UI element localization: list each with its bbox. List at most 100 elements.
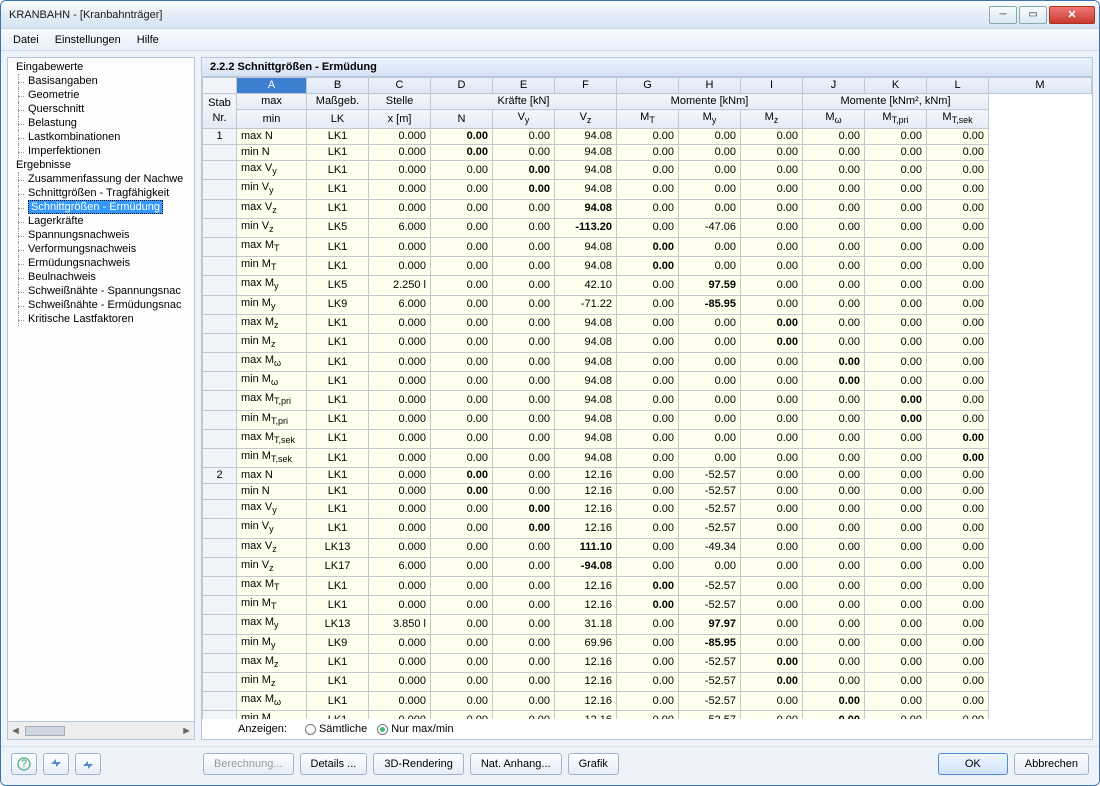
- col-letter[interactable]: M: [989, 78, 1092, 94]
- tree-item[interactable]: Beulnachweis: [8, 270, 194, 284]
- col-letter[interactable]: I: [741, 78, 803, 94]
- table-row[interactable]: max MωLK10.0000.000.0094.080.000.000.000…: [203, 353, 1092, 372]
- table-row[interactable]: max MTLK10.0000.000.0094.080.000.000.000…: [203, 237, 1092, 256]
- hdr-kraefte: Kräfte [kN]: [431, 94, 617, 110]
- tree-item[interactable]: Schnittgrößen - Ermüdung: [8, 200, 194, 214]
- ok-button[interactable]: OK: [938, 753, 1008, 775]
- table-row[interactable]: max MzLK10.0000.000.0094.080.000.000.000…: [203, 314, 1092, 333]
- col-letter[interactable]: E: [493, 78, 555, 94]
- table-row[interactable]: min MyLK96.0000.000.00-71.220.00-85.950.…: [203, 295, 1092, 314]
- table-row[interactable]: min VzLK56.0000.000.00-113.200.00-47.060…: [203, 218, 1092, 237]
- table-row[interactable]: max MωLK10.0000.000.0012.160.00-52.570.0…: [203, 692, 1092, 711]
- menubar: Datei Einstellungen Hilfe: [1, 29, 1099, 51]
- titlebar[interactable]: KRANBAHN - [Kranbahnträger] ─ ▭ ✕: [1, 1, 1099, 29]
- col-letter[interactable]: H: [679, 78, 741, 94]
- table-row[interactable]: max MT,priLK10.0000.000.0094.080.000.000…: [203, 391, 1092, 410]
- col-letter[interactable]: C: [369, 78, 431, 94]
- hdr-momente2: Momente [kNm², kNm]: [803, 94, 989, 110]
- col-letter[interactable]: F: [555, 78, 617, 94]
- col-letter[interactable]: L: [927, 78, 989, 94]
- menu-einstellungen[interactable]: Einstellungen: [47, 32, 129, 48]
- radio-nurmaxmin[interactable]: Nur max/min: [377, 723, 453, 735]
- grafik-button[interactable]: Grafik: [568, 753, 619, 775]
- tree-item[interactable]: Belastung: [8, 116, 194, 130]
- minimize-button[interactable]: ─: [989, 6, 1017, 24]
- table-row[interactable]: min MT,priLK10.0000.000.0094.080.000.000…: [203, 410, 1092, 429]
- prev-button[interactable]: [43, 753, 69, 775]
- tree-item[interactable]: Verformungsnachweis: [8, 242, 194, 256]
- table-row[interactable]: min NLK10.0000.000.0094.080.000.000.000.…: [203, 145, 1092, 161]
- table-row[interactable]: max MTLK10.0000.000.0012.160.00-52.570.0…: [203, 576, 1092, 595]
- grid[interactable]: ABCDEFGHIJKLMStabNr.maxMaßgeb.StelleKräf…: [202, 77, 1092, 719]
- tree-item[interactable]: Kritische Lastfaktoren: [8, 312, 194, 326]
- col-letter[interactable]: A: [237, 78, 307, 94]
- table-row[interactable]: max MzLK10.0000.000.0012.160.00-52.570.0…: [203, 653, 1092, 672]
- anzeigen-label: Anzeigen:: [238, 723, 287, 735]
- table-row[interactable]: max VyLK10.0000.000.0012.160.00-52.570.0…: [203, 500, 1092, 519]
- next-button[interactable]: [75, 753, 101, 775]
- col-letter[interactable]: D: [431, 78, 493, 94]
- tree-item[interactable]: Geometrie: [8, 88, 194, 102]
- table-row[interactable]: max MyLK133.850 l0.000.0031.180.0097.970…: [203, 615, 1092, 634]
- section-title: 2.2.2 Schnittgrößen - Ermüdung: [202, 58, 1092, 77]
- table-row[interactable]: max MT,sekLK10.0000.000.0094.080.000.000…: [203, 429, 1092, 448]
- tree-item[interactable]: Ergebnisse: [8, 158, 194, 172]
- menu-hilfe[interactable]: Hilfe: [129, 32, 167, 48]
- table-row[interactable]: max VyLK10.0000.000.0094.080.000.000.000…: [203, 161, 1092, 180]
- table-row[interactable]: min VyLK10.0000.000.0012.160.00-52.570.0…: [203, 519, 1092, 538]
- table-row[interactable]: min MyLK90.0000.000.0069.960.00-85.950.0…: [203, 634, 1092, 653]
- main-panel: 2.2.2 Schnittgrößen - Ermüdung ABCDEFGHI…: [201, 57, 1093, 740]
- anhang-button[interactable]: Nat. Anhang...: [470, 753, 562, 775]
- help-button[interactable]: ?: [11, 753, 37, 775]
- table-row[interactable]: min VzLK176.0000.000.00-94.080.000.000.0…: [203, 557, 1092, 576]
- table-row[interactable]: min VyLK10.0000.000.0094.080.000.000.000…: [203, 180, 1092, 199]
- table-row[interactable]: min MTLK10.0000.000.0012.160.00-52.570.0…: [203, 596, 1092, 615]
- tree-item[interactable]: Imperfektionen: [8, 144, 194, 158]
- table-row[interactable]: min MzLK10.0000.000.0012.160.00-52.570.0…: [203, 672, 1092, 691]
- close-button[interactable]: ✕: [1049, 6, 1095, 24]
- radio-saemtliche[interactable]: Sämtliche: [305, 723, 367, 735]
- col-letter[interactable]: K: [865, 78, 927, 94]
- tree-item[interactable]: Lastkombinationen: [8, 130, 194, 144]
- table-row[interactable]: min MTLK10.0000.000.0094.080.000.000.000…: [203, 257, 1092, 276]
- table-row[interactable]: 2max NLK10.0000.000.0012.160.00-52.570.0…: [203, 468, 1092, 484]
- table-row[interactable]: min MωLK10.0000.000.0094.080.000.000.000…: [203, 372, 1092, 391]
- table-row[interactable]: max MyLK52.250 l0.000.0042.100.0097.590.…: [203, 276, 1092, 295]
- table-row[interactable]: min NLK10.0000.000.0012.160.00-52.570.00…: [203, 484, 1092, 500]
- tree-item[interactable]: Basisangaben: [8, 74, 194, 88]
- tree-pane: EingabewerteBasisangabenGeometrieQuersch…: [7, 57, 195, 740]
- col-letter[interactable]: G: [617, 78, 679, 94]
- tree-item[interactable]: Lagerkräfte: [8, 214, 194, 228]
- col-letter[interactable]: J: [803, 78, 865, 94]
- hdr-stab: StabNr.: [203, 94, 237, 129]
- table-row[interactable]: min MT,sekLK10.0000.000.0094.080.000.000…: [203, 449, 1092, 468]
- tree-item[interactable]: Zusammenfassung der Nachwe: [8, 172, 194, 186]
- tree-scrollbar[interactable]: ◄►: [7, 722, 195, 740]
- berechnung-button[interactable]: Berechnung...: [203, 753, 294, 775]
- tree-item[interactable]: Eingabewerte: [8, 60, 194, 74]
- tree-item[interactable]: Ermüdungsnachweis: [8, 256, 194, 270]
- table-row[interactable]: min MzLK10.0000.000.0094.080.000.000.000…: [203, 333, 1092, 352]
- details-button[interactable]: Details ...: [300, 753, 368, 775]
- table-row[interactable]: max VzLK130.0000.000.00111.100.00-49.340…: [203, 538, 1092, 557]
- table-row[interactable]: max VzLK10.0000.000.0094.080.000.000.000…: [203, 199, 1092, 218]
- maximize-button[interactable]: ▭: [1019, 6, 1047, 24]
- tree-item[interactable]: Spannungsnachweis: [8, 228, 194, 242]
- tree-item[interactable]: Schweißnähte - Spannungsnac: [8, 284, 194, 298]
- tree-item[interactable]: Schweißnähte - Ermüdungsnac: [8, 298, 194, 312]
- col-letter[interactable]: B: [307, 78, 369, 94]
- tree-item[interactable]: Querschnitt: [8, 102, 194, 116]
- table-row[interactable]: 1max NLK10.0000.000.0094.080.000.000.000…: [203, 129, 1092, 145]
- hdr-massgeb: Maßgeb.: [307, 94, 369, 110]
- table-row[interactable]: min MωLK10.0000.000.0012.160.00-52.570.0…: [203, 711, 1092, 719]
- tree[interactable]: EingabewerteBasisangabenGeometrieQuersch…: [7, 57, 195, 722]
- display-options: Anzeigen: Sämtliche Nur max/min: [202, 719, 1092, 739]
- abbrechen-button[interactable]: Abbrechen: [1014, 753, 1089, 775]
- rendering-button[interactable]: 3D-Rendering: [373, 753, 463, 775]
- window-title: KRANBAHN - [Kranbahnträger]: [9, 9, 989, 21]
- svg-text:?: ?: [21, 758, 27, 770]
- tree-item[interactable]: Schnittgrößen - Tragfähigkeit: [8, 186, 194, 200]
- window: KRANBAHN - [Kranbahnträger] ─ ▭ ✕ Datei …: [0, 0, 1100, 786]
- hdr-max: max: [237, 94, 307, 110]
- menu-datei[interactable]: Datei: [5, 32, 47, 48]
